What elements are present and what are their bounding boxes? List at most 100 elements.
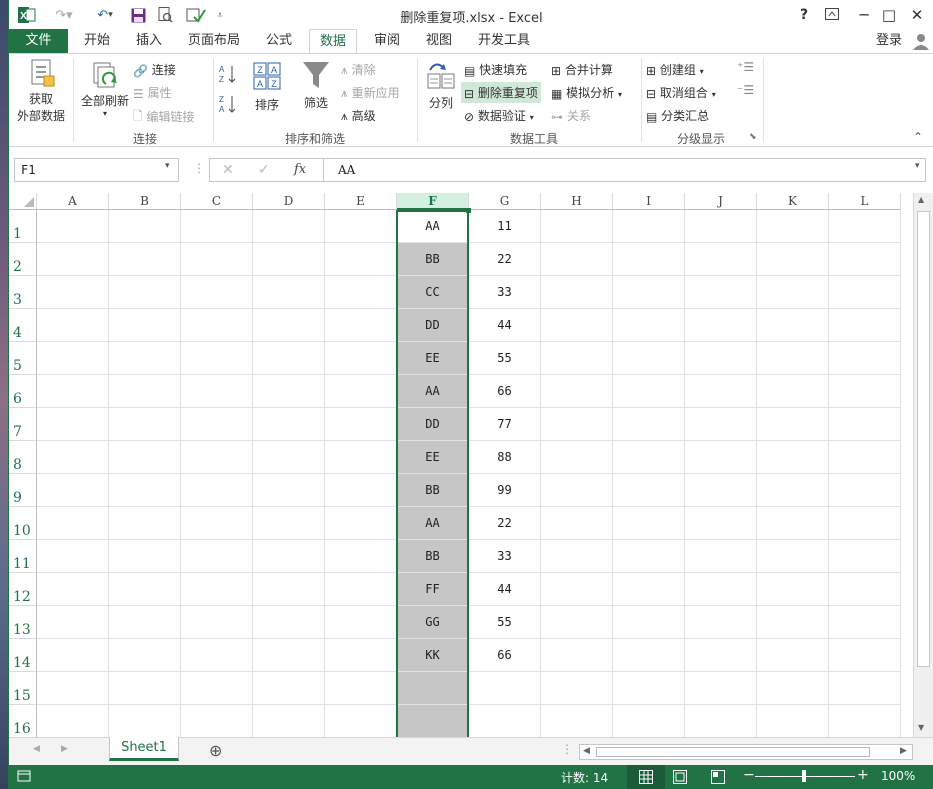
page-break-view-icon[interactable] (711, 770, 725, 787)
row-header-15[interactable]: 15 (9, 672, 37, 705)
cell-d1[interactable] (253, 210, 325, 243)
cell-i13[interactable] (613, 606, 685, 639)
cell-j2[interactable] (685, 243, 757, 276)
cell-i1[interactable] (613, 210, 685, 243)
cell-d5[interactable] (253, 342, 325, 375)
cell-g10[interactable]: 22 (469, 507, 541, 540)
cell-f7[interactable]: DD (397, 408, 469, 441)
tab-data[interactable]: 数据 (309, 29, 357, 54)
row-header-10[interactable]: 10 (9, 507, 37, 540)
cell-c1[interactable] (181, 210, 253, 243)
cell-g9[interactable]: 99 (469, 474, 541, 507)
login-link[interactable]: 登录 (871, 29, 907, 53)
column-header-h[interactable]: H (541, 193, 613, 210)
tab-insert[interactable]: 插入 (127, 29, 171, 53)
cell-f13[interactable]: GG (397, 606, 469, 639)
filter-button[interactable]: 筛选 (293, 60, 339, 111)
cell-b9[interactable] (109, 474, 181, 507)
cell-j8[interactable] (685, 441, 757, 474)
cell-k2[interactable] (757, 243, 829, 276)
row-header-13[interactable]: 13 (9, 606, 37, 639)
tab-developer[interactable]: 开发工具 (471, 29, 537, 53)
cell-f8[interactable]: EE (397, 441, 469, 474)
next-sheet-icon[interactable]: ▶ (61, 744, 68, 754)
cell-i9[interactable] (613, 474, 685, 507)
cell-b2[interactable] (109, 243, 181, 276)
cell-g4[interactable]: 44 (469, 309, 541, 342)
row-header-3[interactable]: 3 (9, 276, 37, 309)
consolidate-button[interactable]: ⊞ 合并计算 (551, 61, 613, 78)
cell-h15[interactable] (541, 672, 613, 705)
sort-descending-button[interactable]: ZA (219, 94, 237, 117)
cell-f1[interactable]: AA (397, 210, 469, 243)
properties-button[interactable]: ☰ 属性 (133, 84, 172, 101)
user-avatar-icon[interactable] (909, 29, 933, 53)
cell-a5[interactable] (37, 342, 109, 375)
cell-l2[interactable] (829, 243, 901, 276)
horizontal-scroll-thumb[interactable] (596, 747, 870, 757)
cell-c14[interactable] (181, 639, 253, 672)
cell-k14[interactable] (757, 639, 829, 672)
column-header-a[interactable]: A (37, 193, 109, 210)
cell-d4[interactable] (253, 309, 325, 342)
cell-a9[interactable] (37, 474, 109, 507)
cell-f9[interactable]: BB (397, 474, 469, 507)
cell-c4[interactable] (181, 309, 253, 342)
cell-c8[interactable] (181, 441, 253, 474)
cell-g12[interactable]: 44 (469, 573, 541, 606)
spreadsheet-grid[interactable]: A B C D E F G H I J K L 1 AA 11 2 BB 22 3 CC 33 4 DD 44 5 EE 55 6 AA… (9, 193, 913, 737)
cell-a8[interactable] (37, 441, 109, 474)
cell-i10[interactable] (613, 507, 685, 540)
cell-l8[interactable] (829, 441, 901, 474)
text-to-columns-button[interactable]: 分列 (421, 60, 461, 111)
maximize-button[interactable]: □ (874, 4, 904, 26)
cell-i6[interactable] (613, 375, 685, 408)
cell-a2[interactable] (37, 243, 109, 276)
cell-h16[interactable] (541, 705, 613, 737)
cell-e2[interactable] (325, 243, 397, 276)
enter-icon[interactable]: ✓ (258, 162, 270, 178)
scroll-down-icon[interactable]: ▼ (918, 723, 924, 732)
cell-f4[interactable]: DD (397, 309, 469, 342)
cell-f16[interactable] (397, 705, 469, 737)
cell-j1[interactable] (685, 210, 757, 243)
cell-j10[interactable] (685, 507, 757, 540)
cell-i3[interactable] (613, 276, 685, 309)
cell-d13[interactable] (253, 606, 325, 639)
cell-e14[interactable] (325, 639, 397, 672)
cell-b8[interactable] (109, 441, 181, 474)
cell-e5[interactable] (325, 342, 397, 375)
cell-c7[interactable] (181, 408, 253, 441)
cell-g14[interactable]: 66 (469, 639, 541, 672)
cell-e9[interactable] (325, 474, 397, 507)
cell-l5[interactable] (829, 342, 901, 375)
cell-k11[interactable] (757, 540, 829, 573)
cell-g1[interactable]: 11 (469, 210, 541, 243)
cell-j16[interactable] (685, 705, 757, 737)
column-header-b[interactable]: B (109, 193, 181, 210)
column-header-f[interactable]: F (397, 193, 469, 210)
cell-j5[interactable] (685, 342, 757, 375)
cell-b16[interactable] (109, 705, 181, 737)
cell-b14[interactable] (109, 639, 181, 672)
vertical-scroll-thumb[interactable] (917, 211, 930, 667)
cell-d6[interactable] (253, 375, 325, 408)
cell-e4[interactable] (325, 309, 397, 342)
cell-c16[interactable] (181, 705, 253, 737)
cell-a10[interactable] (37, 507, 109, 540)
cell-e12[interactable] (325, 573, 397, 606)
row-header-1[interactable]: 1 (9, 210, 37, 243)
cell-k10[interactable] (757, 507, 829, 540)
cell-i11[interactable] (613, 540, 685, 573)
cell-g6[interactable]: 66 (469, 375, 541, 408)
outline-dialog-launcher-icon[interactable]: ⬊ (749, 132, 757, 142)
cell-h2[interactable] (541, 243, 613, 276)
cell-h13[interactable] (541, 606, 613, 639)
name-box-dropdown-icon[interactable]: ▾ (165, 161, 170, 171)
row-header-9[interactable]: 9 (9, 474, 37, 507)
cell-k8[interactable] (757, 441, 829, 474)
tab-home[interactable]: 开始 (75, 29, 119, 53)
cell-j15[interactable] (685, 672, 757, 705)
row-header-8[interactable]: 8 (9, 441, 37, 474)
cell-d16[interactable] (253, 705, 325, 737)
